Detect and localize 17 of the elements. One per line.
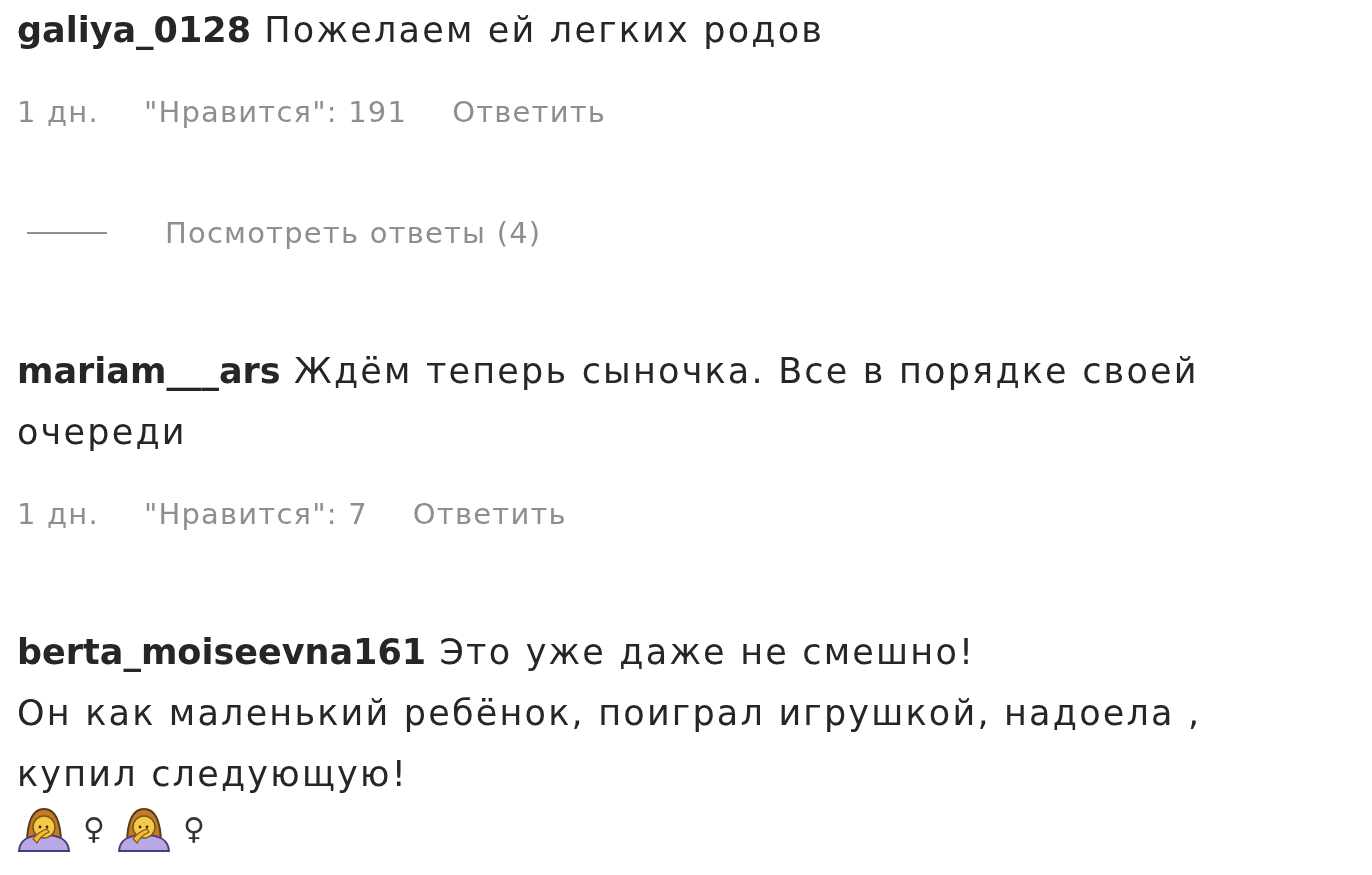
comment-text: berta_moiseevna161 Это уже даже не смешно! Он как маленький ребёнок, поиграл игрушкой, надоела , купил следующую! — [17, 631, 1203, 796]
username-link[interactable]: galiya_0128 — [17, 10, 251, 50]
likes-count-button[interactable]: "Нравится": 191 — [143, 92, 408, 132]
reply-button[interactable]: Ответить — [452, 92, 607, 132]
username-link[interactable]: berta_moiseevna161 — [17, 632, 427, 672]
female-sign-icon: ♀ — [83, 811, 105, 846]
comment-time: 1 дн. — [17, 94, 99, 131]
reply-button[interactable]: Ответить — [412, 494, 567, 534]
comment-time: 1 дн. — [17, 496, 99, 533]
comment-text: mariam___ars Ждём теперь сыночка. Все в порядке своей очереди — [17, 350, 1200, 454]
comment-text: galiya_0128 Пожелаем ей легких родов — [17, 9, 825, 52]
person-emoji-icon — [117, 805, 171, 852]
view-replies-button[interactable]: Посмотреть ответы (4) — [165, 213, 542, 253]
female-sign-icon: ♀ — [183, 811, 205, 846]
username-link[interactable]: mariam___ars — [17, 351, 281, 391]
likes-count-button[interactable]: "Нравится": 7 — [143, 494, 368, 534]
person-emoji-icon — [17, 805, 71, 852]
